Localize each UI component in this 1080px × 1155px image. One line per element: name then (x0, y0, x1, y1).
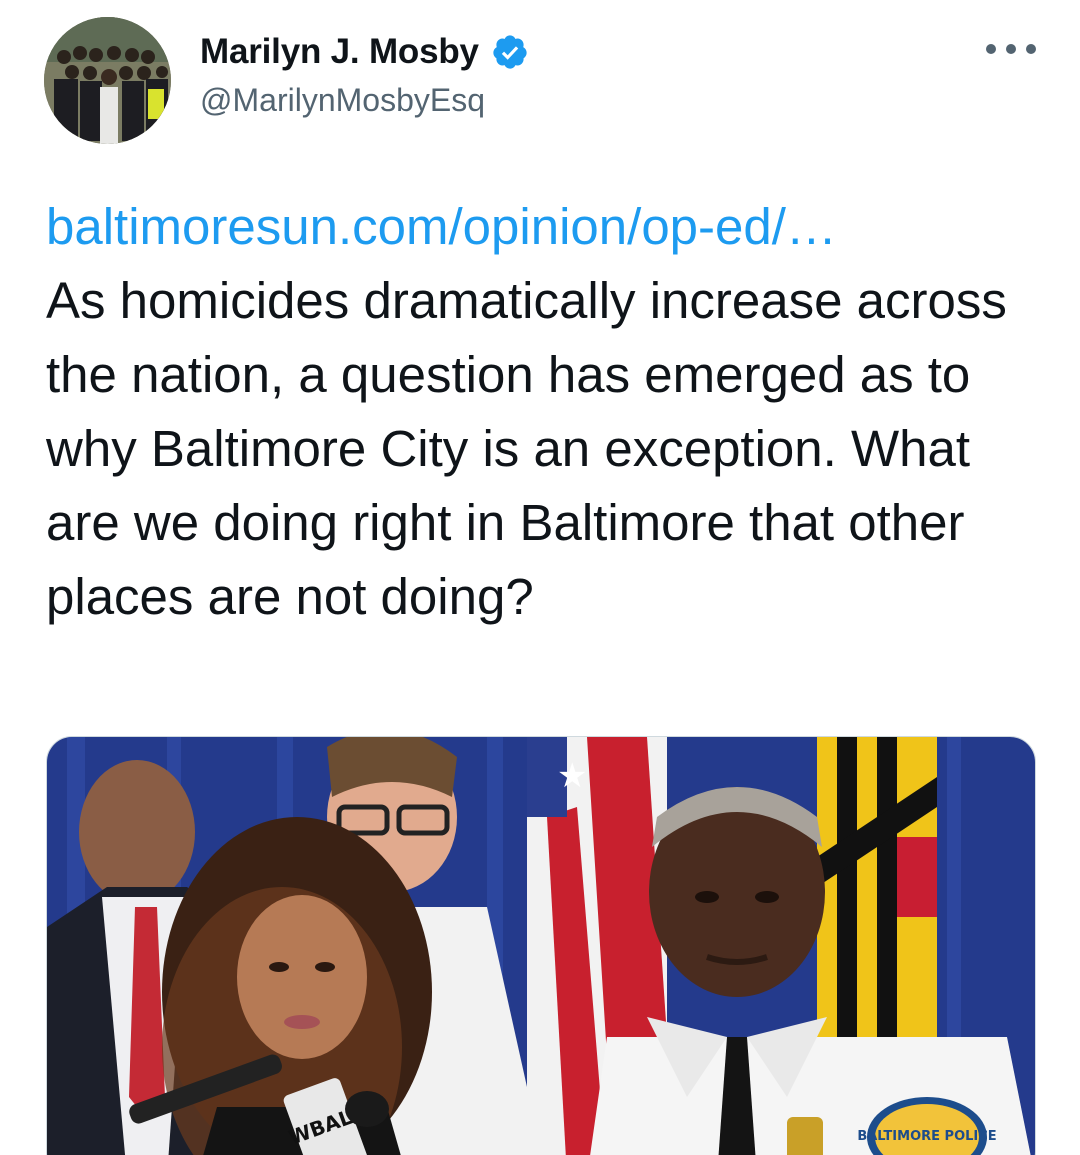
tweet-body: baltimoresun.com/opinion/op-ed/… As homi… (46, 190, 1046, 634)
dot (1006, 44, 1016, 54)
more-options-icon[interactable] (986, 34, 1036, 64)
dot (1026, 44, 1036, 54)
author-handle[interactable]: @MarilynMosbyEsq (200, 82, 485, 119)
author-name-row: Marilyn J. Mosby (200, 28, 529, 76)
verified-badge-icon (493, 35, 527, 69)
police-badge-text: BALTIMORE POLICE (857, 1129, 996, 1144)
display-name[interactable]: Marilyn J. Mosby (200, 32, 479, 72)
avatar[interactable] (44, 17, 171, 144)
tweet: Marilyn J. Mosby @MarilynMosbyEsq baltim… (0, 0, 1080, 1155)
tweet-photo[interactable]: ★ BALTIMORE POLICE WBAL (46, 736, 1036, 1155)
tweet-text: As homicides dramatically increase acros… (46, 272, 1007, 625)
article-link[interactable]: baltimoresun.com/opinion/op-ed/… (46, 190, 1046, 264)
dot (986, 44, 996, 54)
svg-text:★: ★ (557, 756, 587, 796)
